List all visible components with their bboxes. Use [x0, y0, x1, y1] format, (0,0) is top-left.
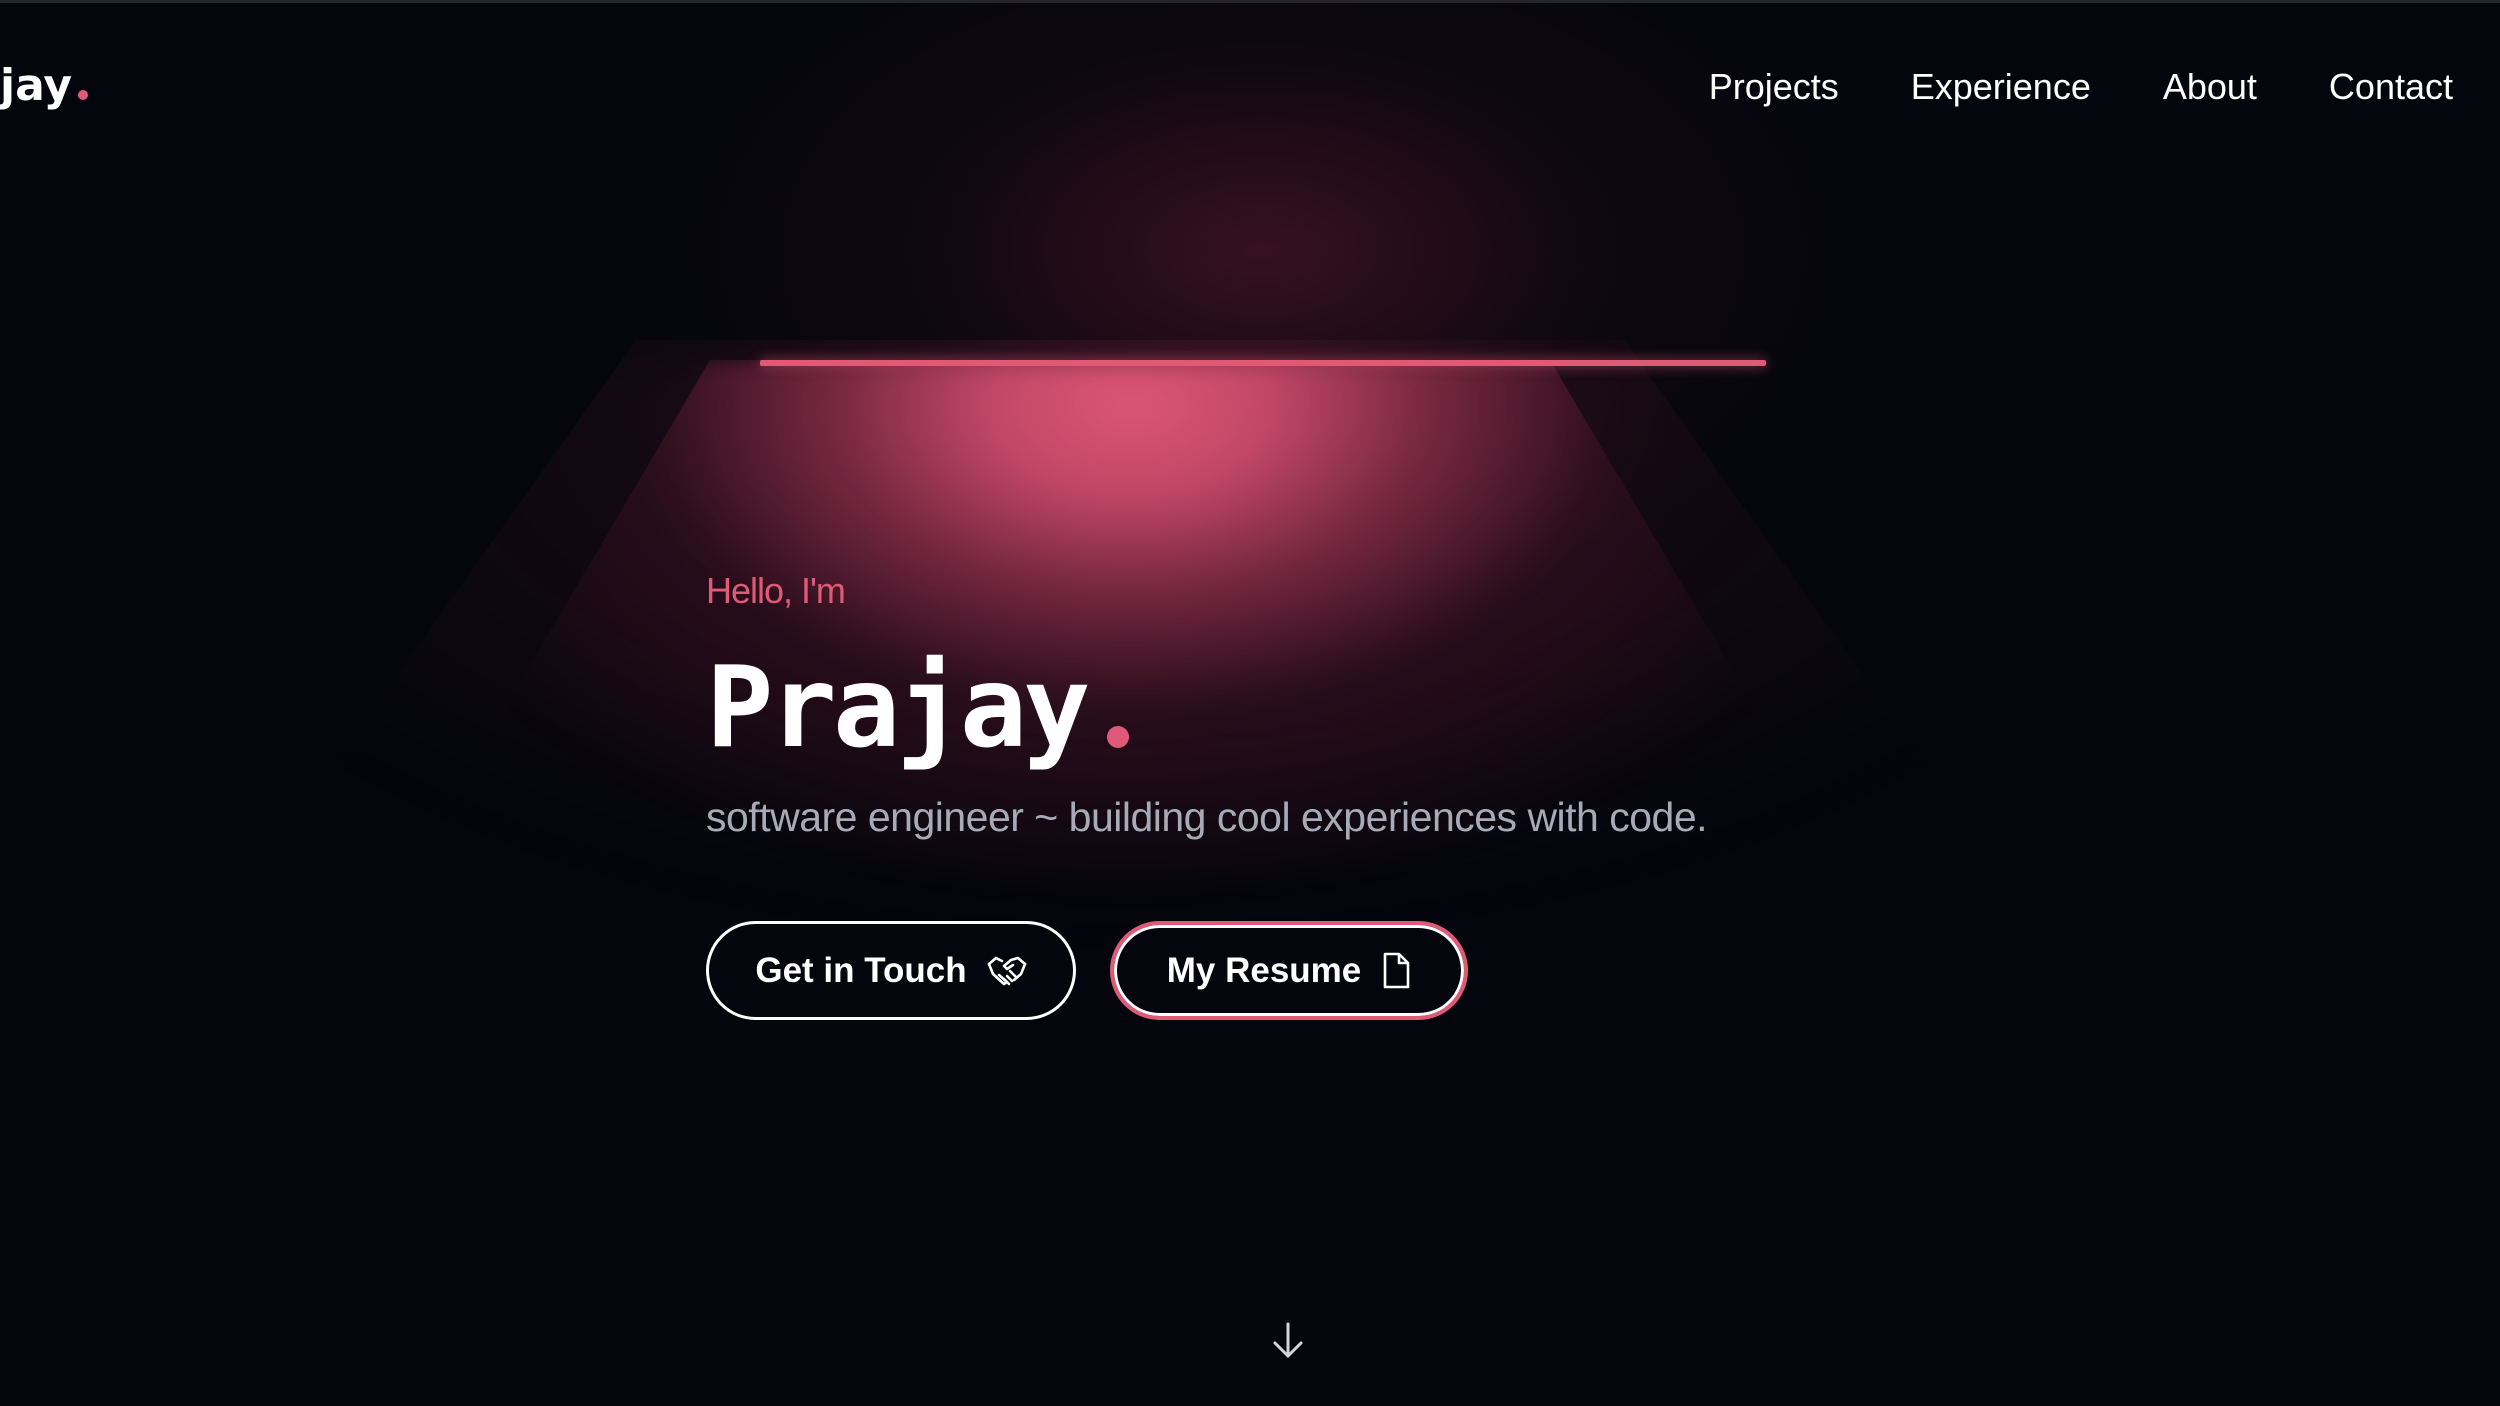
hero-tagline: software engineer ~ building cool experi…: [706, 794, 1708, 840]
my-resume-label: My Resume: [1166, 950, 1362, 990]
get-in-touch-button[interactable]: Get in Touch: [706, 921, 1076, 1020]
hero-name-dot: [1106, 726, 1129, 748]
document-icon: [1381, 952, 1411, 990]
brand-logo[interactable]: jay: [0, 60, 89, 130]
get-in-touch-label: Get in Touch: [755, 950, 967, 990]
lamp-bar: [760, 360, 1766, 366]
nav-link-experience[interactable]: Experience: [1911, 66, 2091, 108]
main-nav: Projects Experience About Contact: [1709, 66, 2453, 108]
my-resume-button[interactable]: My Resume: [1110, 921, 1468, 1020]
window-top-border: [0, 0, 2500, 3]
nav-link-projects[interactable]: Projects: [1709, 66, 1839, 108]
hero-name-row: Prajay: [706, 634, 1906, 764]
nav-link-about[interactable]: About: [2163, 66, 2257, 108]
hero-buttons: Get in Touch My Resume: [706, 921, 1468, 1020]
nav-link-contact[interactable]: Contact: [2329, 66, 2453, 108]
hero-greeting: Hello, I'm: [706, 570, 846, 611]
brand-dot: [78, 90, 89, 100]
hero-section: Hello, I'm Prajay software engineer ~ bu…: [706, 570, 1906, 841]
brand-text: jay: [0, 60, 73, 111]
handshake-icon: [987, 954, 1027, 988]
hero-name: Prajay: [706, 643, 1091, 773]
arrow-down-icon[interactable]: [1268, 1320, 1308, 1362]
